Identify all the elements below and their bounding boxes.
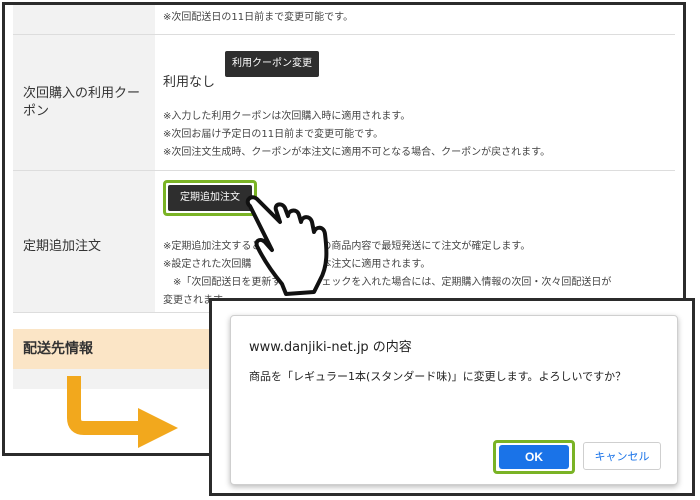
dialog-screenshot: www.danjiki-net.jp の内容 商品を「レギュラー1本(スタンダー… bbox=[209, 298, 695, 496]
coupon-note: ※次回注文生成時、クーポンが本注文に適用不可となる場合、クーポンが戻されます。 bbox=[163, 147, 551, 158]
additional-order-content: 定期追加注文 ※定期追加注文すると の商品内容で最短発送にて注文が確定します。 … bbox=[155, 171, 675, 312]
additional-order-label: 定期追加注文 bbox=[23, 239, 102, 254]
flow-arrow-icon bbox=[67, 376, 178, 448]
coupon-note: ※次回お届け予定日の11日前まで変更可能です。 bbox=[163, 129, 384, 140]
coupon-label: 次回購入の利用クーポン bbox=[23, 86, 141, 119]
change-coupon-button[interactable]: 利用クーポン変更 bbox=[225, 51, 319, 77]
coupon-content: 利用なし 利用クーポン変更 ※入力した利用クーポンは次回購入時に適用されます。 … bbox=[155, 35, 675, 170]
additional-order-row: 定期追加注文 定期追加注文 ※定期追加注文すると の商品内容で最短発送にて注文が… bbox=[13, 171, 675, 313]
ok-highlight-outline: OK bbox=[493, 440, 575, 474]
shipping-header: 配送先情報 bbox=[13, 329, 223, 369]
coupon-note: ※入力した利用クーポンは次回購入時に適用されます。 bbox=[163, 111, 411, 122]
ok-button[interactable]: OK bbox=[499, 445, 569, 469]
top-note-row: ※次回配送日の11日前まで変更可能です。 bbox=[13, 5, 675, 35]
cancel-button[interactable]: キャンセル bbox=[583, 442, 661, 470]
additional-order-note: ※定期追加注文すると の商品内容で最短発送にて注文が確定します。 bbox=[163, 241, 531, 252]
top-note-label-cell bbox=[13, 5, 155, 34]
dialog-origin: www.danjiki-net.jp の内容 bbox=[249, 340, 412, 355]
pointing-hand-icon bbox=[245, 195, 329, 296]
additional-order-note: ※「次回配送日を更新す ェックを入れた場合には、定期購入情報の次回・次々回配送日… bbox=[163, 277, 612, 288]
top-note: ※次回配送日の11日前まで変更可能です。 bbox=[163, 12, 354, 23]
coupon-value: 利用なし bbox=[163, 75, 216, 90]
coupon-row: 次回購入の利用クーポン 利用なし 利用クーポン変更 ※入力した利用クーポンは次回… bbox=[13, 35, 675, 171]
additional-order-label-cell: 定期追加注文 bbox=[13, 171, 155, 312]
confirm-dialog: www.danjiki-net.jp の内容 商品を「レギュラー1本(スタンダー… bbox=[230, 315, 678, 485]
top-note-content: ※次回配送日の11日前まで変更可能です。 bbox=[155, 5, 675, 34]
coupon-label-cell: 次回購入の利用クーポン bbox=[13, 35, 155, 170]
dialog-message: 商品を「レギュラー1本(スタンダード味)」に変更します。よろしいですか？ bbox=[249, 370, 627, 383]
